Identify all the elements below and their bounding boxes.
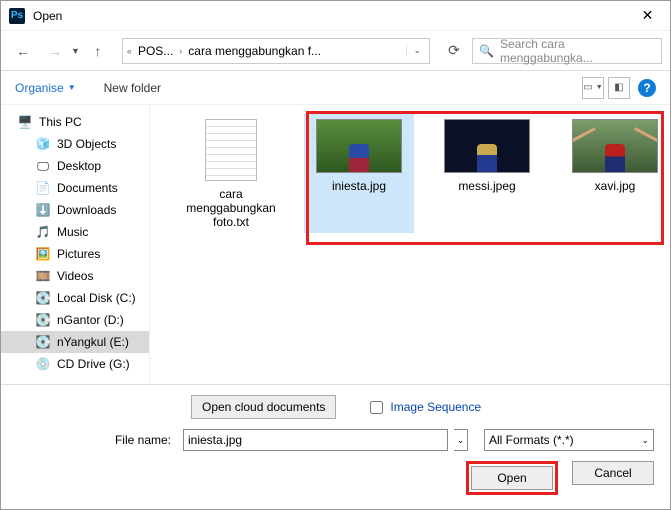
- tree-label: Music: [57, 225, 88, 239]
- tree-pictures[interactable]: 🖼️ Pictures: [1, 243, 149, 265]
- refresh-button[interactable]: ⟳: [440, 37, 468, 65]
- tree-ngantor-d[interactable]: 💽 nGantor (D:): [1, 309, 149, 331]
- thumbnails-icon: ▭: [583, 82, 592, 93]
- organise-button[interactable]: Organise ▼: [15, 81, 76, 95]
- drive-icon: 💽: [35, 312, 51, 328]
- forward-button[interactable]: →: [41, 37, 69, 65]
- window-title: Open: [33, 9, 625, 23]
- filter-label: All Formats (*.*): [489, 433, 574, 447]
- downloads-icon: ⬇️: [35, 202, 51, 218]
- file-messi[interactable]: messi.jpeg: [432, 113, 542, 233]
- sidebar: 🖥️ This PC 🧊 3D Objects 🖵 Desktop 📄 Documen…: [1, 105, 150, 384]
- tree-label: Pictures: [57, 247, 100, 261]
- tree-label: Desktop: [57, 159, 101, 173]
- toolbar: Organise ▼ New folder ▭ ▼ ◧ ?: [1, 71, 670, 105]
- tree-3d-objects[interactable]: 🧊 3D Objects: [1, 133, 149, 155]
- preview-pane-button[interactable]: ◧: [608, 77, 630, 99]
- videos-icon: 🎞️: [35, 268, 51, 284]
- chevron-right-icon: ›: [177, 46, 184, 56]
- view-mode-button[interactable]: ▭ ▼: [582, 77, 604, 99]
- drive-icon: 💽: [35, 334, 51, 350]
- footer: Open cloud documents Image Sequence File…: [1, 384, 670, 509]
- close-button[interactable]: ✕: [625, 1, 670, 31]
- filename-input[interactable]: [183, 429, 448, 451]
- open-button[interactable]: Open: [471, 466, 553, 490]
- breadcrumb-root-chevron[interactable]: «: [125, 46, 134, 56]
- back-button[interactable]: ←: [9, 37, 37, 65]
- file-filter-select[interactable]: All Formats (*.*) ⌄: [484, 429, 654, 451]
- file-pane: cara menggabungkan foto.txt iniesta.jpg …: [150, 105, 670, 384]
- image-sequence-checkbox[interactable]: Image Sequence: [366, 398, 481, 417]
- file-xavi[interactable]: xavi.jpg: [560, 113, 670, 233]
- chevron-down-icon: ⌄: [641, 435, 649, 446]
- up-button[interactable]: ↑: [84, 37, 112, 65]
- chevron-down-icon: ▼: [68, 83, 76, 92]
- breadcrumb-dropdown[interactable]: ⌄: [406, 45, 427, 56]
- tree-nyangkul-e[interactable]: 💽 nYangkul (E:): [1, 331, 149, 353]
- search-input[interactable]: 🔍 Search cara menggabungka...: [472, 38, 662, 64]
- pc-icon: 🖥️: [17, 114, 33, 130]
- tree-label: Videos: [57, 269, 93, 283]
- image-thumbnail: [444, 119, 530, 173]
- cube-icon: 🧊: [35, 136, 51, 152]
- tree-label: This PC: [39, 115, 82, 129]
- file-label: cara menggabungkan foto.txt: [178, 187, 284, 229]
- search-icon: 🔍: [479, 44, 494, 58]
- tree-label: nYangkul (E:): [57, 335, 129, 349]
- file-label: xavi.jpg: [595, 179, 636, 193]
- tree-this-pc[interactable]: 🖥️ This PC: [1, 111, 149, 133]
- filename-history-dropdown[interactable]: ⌄: [454, 429, 468, 451]
- chevron-down-icon: ▼: [596, 84, 603, 91]
- image-thumbnail: [572, 119, 658, 173]
- cancel-button[interactable]: Cancel: [572, 461, 654, 485]
- organise-label: Organise: [15, 81, 64, 95]
- desktop-icon: 🖵: [35, 158, 51, 174]
- breadcrumb[interactable]: « POS... › cara menggabungkan f... ⌄: [122, 38, 430, 64]
- new-folder-button[interactable]: New folder: [104, 81, 161, 95]
- image-sequence-label: Image Sequence: [390, 400, 481, 414]
- history-dropdown[interactable]: ▼: [71, 46, 80, 56]
- tree-label: Local Disk (C:): [57, 291, 136, 305]
- titlebar: Ps Open ✕: [1, 1, 670, 31]
- breadcrumb-seg2[interactable]: cara menggabungkan f...: [184, 44, 325, 58]
- tree-local-c[interactable]: 💽 Local Disk (C:): [1, 287, 149, 309]
- filename-label: File name:: [1, 433, 177, 447]
- pane-icon: ◧: [614, 82, 623, 93]
- file-label: iniesta.jpg: [332, 179, 386, 193]
- text-file-icon: [205, 119, 257, 181]
- music-icon: 🎵: [35, 224, 51, 240]
- tree-videos[interactable]: 🎞️ Videos: [1, 265, 149, 287]
- file-txt[interactable]: cara menggabungkan foto.txt: [176, 113, 286, 233]
- tree-documents[interactable]: 📄 Documents: [1, 177, 149, 199]
- file-iniesta[interactable]: iniesta.jpg: [304, 113, 414, 233]
- open-dialog: Ps Open ✕ ← → ▼ ↑ « POS... › cara mengga…: [0, 0, 671, 510]
- tree-music[interactable]: 🎵 Music: [1, 221, 149, 243]
- open-highlight: Open: [466, 461, 558, 495]
- help-button[interactable]: ?: [638, 79, 656, 97]
- documents-icon: 📄: [35, 180, 51, 196]
- photoshop-icon: Ps: [9, 8, 25, 24]
- tree-label: Documents: [57, 181, 118, 195]
- search-placeholder: Search cara menggabungka...: [500, 37, 655, 65]
- tree-desktop[interactable]: 🖵 Desktop: [1, 155, 149, 177]
- tree-label: nGantor (D:): [57, 313, 124, 327]
- image-thumbnail: [316, 119, 402, 173]
- breadcrumb-seg1[interactable]: POS...: [134, 44, 177, 58]
- tree-label: Downloads: [57, 203, 116, 217]
- tree-downloads[interactable]: ⬇️ Downloads: [1, 199, 149, 221]
- tree-cd-g[interactable]: 💿 CD Drive (G:): [1, 353, 149, 375]
- pictures-icon: 🖼️: [35, 246, 51, 262]
- cd-icon: 💿: [35, 356, 51, 372]
- file-label: messi.jpeg: [458, 179, 515, 193]
- tree-label: CD Drive (G:): [57, 357, 130, 371]
- navbar: ← → ▼ ↑ « POS... › cara menggabungkan f.…: [1, 31, 670, 71]
- drive-icon: 💽: [35, 290, 51, 306]
- image-sequence-input[interactable]: [370, 401, 383, 414]
- tree-label: 3D Objects: [57, 137, 116, 151]
- open-cloud-button[interactable]: Open cloud documents: [191, 395, 336, 419]
